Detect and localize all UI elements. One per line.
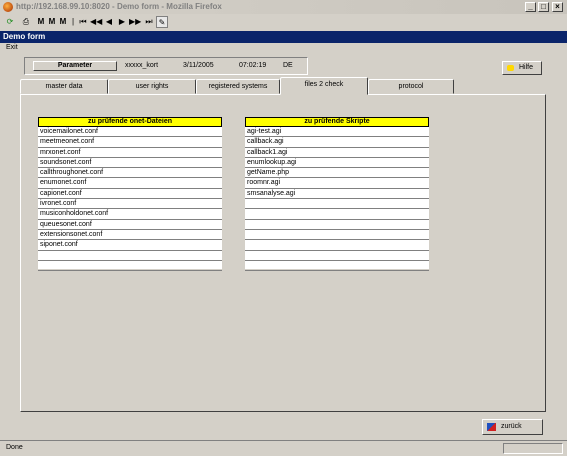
- scripts-list: zu prüfende Skripte agi-test.agi callback…: [245, 117, 429, 272]
- list-item[interactable]: siponet.conf: [38, 240, 222, 251]
- tab-files-2-check[interactable]: files 2 check: [280, 77, 368, 95]
- rewind-icon[interactable]: ◀◀: [90, 16, 102, 28]
- toolbar: ⟳ ⎙ M M M | ⏮ ◀◀ ◀ ▶ ▶▶ ⏭ ✎: [0, 14, 567, 31]
- help-button-label: Hilfe: [519, 64, 534, 71]
- parameter-button[interactable]: Parameter: [33, 61, 117, 71]
- edit-icon[interactable]: ✎: [156, 16, 168, 28]
- list-item[interactable]: getName.php: [245, 168, 429, 179]
- next-icon[interactable]: ▶: [116, 16, 128, 28]
- firefox-icon: [3, 2, 13, 12]
- first-icon[interactable]: ⏮: [77, 16, 89, 28]
- list-item[interactable]: musiconholdonet.conf: [38, 209, 222, 220]
- app-title: Demo form: [0, 31, 567, 43]
- status-text: Done: [6, 444, 23, 451]
- header-panel: Parameter xxxxx_kort 3/11/2005 07:02:19 …: [24, 57, 308, 75]
- list-item[interactable]: [245, 251, 429, 261]
- back-icon: [487, 423, 496, 431]
- list-item[interactable]: mrxonet.conf: [38, 148, 222, 158]
- window-title: http://192.168.99.10:8020 - Demo form - …: [16, 2, 222, 11]
- list-item[interactable]: smsanalyse.agi: [245, 189, 429, 200]
- list-item[interactable]: meetmeonet.conf: [38, 137, 222, 148]
- fast-forward-icon[interactable]: ▶▶: [129, 16, 141, 28]
- tab-protocol[interactable]: protocol: [368, 79, 454, 94]
- onet-files-list: zu prüfende onet-Dateien voicemailonet.c…: [38, 117, 222, 272]
- list-item[interactable]: [38, 261, 222, 272]
- help-button[interactable]: Hilfe: [502, 61, 542, 75]
- list-item[interactable]: capionet.conf: [38, 189, 222, 200]
- date-value: 3/11/2005: [183, 62, 214, 69]
- list-item[interactable]: [245, 261, 429, 272]
- list-item[interactable]: [245, 199, 429, 210]
- list-item[interactable]: ivronet.conf: [38, 199, 222, 210]
- tab-master-data[interactable]: master data: [20, 79, 108, 94]
- list-item[interactable]: callback.agi: [245, 137, 429, 148]
- onet-files-header: zu prüfende onet-Dateien: [38, 117, 222, 127]
- minimize-button[interactable]: _: [525, 2, 536, 12]
- list-item[interactable]: queuesonet.conf: [38, 220, 222, 230]
- scripts-header: zu prüfende Skripte: [245, 117, 429, 127]
- list-item[interactable]: callback1.agi: [245, 148, 429, 158]
- list-item[interactable]: agi-test.agi: [245, 127, 429, 138]
- list-item[interactable]: voicemailonet.conf: [38, 127, 222, 138]
- list-item[interactable]: [245, 240, 429, 251]
- last-icon[interactable]: ⏭: [143, 16, 155, 28]
- maximize-button[interactable]: □: [538, 2, 549, 12]
- prev-icon[interactable]: ◀: [103, 16, 115, 28]
- list-item[interactable]: [245, 209, 429, 220]
- back-button[interactable]: zurück: [482, 419, 543, 435]
- user-name: xxxxx_kort: [125, 62, 159, 69]
- status-panel: [503, 443, 563, 454]
- time-value: 07:02:19: [239, 62, 267, 69]
- list-item[interactable]: roomnr.agi: [245, 178, 429, 189]
- list-item[interactable]: [245, 220, 429, 230]
- status-bar: Done: [0, 440, 567, 456]
- list-item[interactable]: [245, 230, 429, 241]
- tab-registered-systems[interactable]: registered systems: [196, 79, 280, 94]
- print-icon[interactable]: ⎙: [20, 16, 32, 28]
- list-item[interactable]: soundsonet.conf: [38, 158, 222, 169]
- tab-user-rights[interactable]: user rights: [108, 79, 196, 94]
- list-item[interactable]: enumonet.conf: [38, 178, 222, 189]
- reload-icon[interactable]: ⟳: [4, 16, 16, 28]
- back-button-label: zurück: [501, 423, 522, 430]
- list-item[interactable]: enumlookup.agi: [245, 158, 429, 169]
- help-icon: [507, 65, 514, 71]
- window-titlebar: http://192.168.99.10:8020 - Demo form - …: [0, 0, 567, 14]
- close-button[interactable]: ×: [552, 2, 563, 12]
- language-value: DE: [283, 62, 293, 69]
- menubar: Exit: [0, 43, 567, 53]
- menu-exit[interactable]: Exit: [6, 44, 18, 51]
- list-item[interactable]: [38, 251, 222, 261]
- list-item[interactable]: extensionsonet.conf: [38, 230, 222, 241]
- list-item[interactable]: callthroughonet.conf: [38, 168, 222, 179]
